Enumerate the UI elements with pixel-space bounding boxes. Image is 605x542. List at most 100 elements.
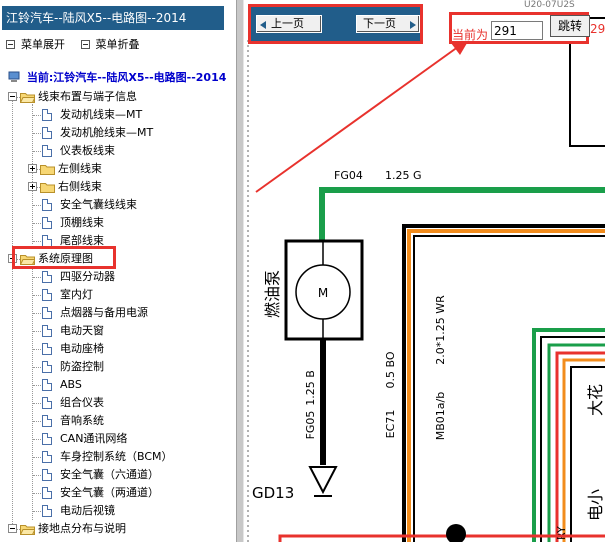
wire-frame-orange <box>407 229 605 542</box>
tree-item-right-harness[interactable]: 右侧线束 <box>0 178 236 196</box>
tree-item-label: 电动后视镜 <box>60 504 115 517</box>
tree-item-ground-points[interactable]: 接地点分布与说明 <box>0 520 236 538</box>
tree-item-bcm[interactable]: 车身控制系统（BCM） <box>0 448 236 466</box>
junction-node <box>446 524 466 542</box>
tree-item-left-harness[interactable]: 左侧线束 <box>0 160 236 178</box>
tree-item-roof-harness[interactable]: 顶棚线束 <box>0 214 236 232</box>
document-icon <box>42 145 52 157</box>
ground-label: GD13 <box>252 484 294 502</box>
tree-item-label: 音响系统 <box>60 414 104 427</box>
prev-page-button[interactable]: 上一页 <box>256 15 322 33</box>
tree-item-label: 接地点分布与说明 <box>38 522 126 535</box>
tree-item-label: 仪表板线束 <box>60 144 115 157</box>
collapse-toggle-icon[interactable] <box>8 524 17 533</box>
folder-icon <box>20 525 35 535</box>
wire-fg05-code: FG05 <box>304 411 317 440</box>
document-icon <box>42 271 52 283</box>
tree-item-abs[interactable]: ABS <box>0 376 236 394</box>
tree-item-engine-harness-mt[interactable]: 发动机线束—MT <box>0 106 236 124</box>
tree-item-label: 电动天窗 <box>60 324 104 337</box>
wire-mb01-size: 2.0*1.25 WR <box>434 295 447 365</box>
expand-toggle-icon[interactable] <box>28 164 37 173</box>
tree-item-can-network[interactable]: CAN通讯网络 <box>0 430 236 448</box>
tree-item-audio-system[interactable]: 音响系统 <box>0 412 236 430</box>
arrow-right-icon <box>410 21 416 29</box>
folder-icon <box>20 93 35 103</box>
wire-ec71-size: 0.5 BO <box>384 351 397 388</box>
prev-page-label: 上一页 <box>271 17 304 30</box>
folder-icon <box>40 165 55 175</box>
page-jump-box: 当前为 跳转 <box>449 12 590 44</box>
tree-item-label: 顶棚线束 <box>60 216 104 229</box>
document-icon <box>42 415 52 427</box>
tree-item-airbag-6ch[interactable]: 安全气囊（六通道） <box>0 466 236 484</box>
tree-item-wiring-layout[interactable]: 线束布置与端子信息 <box>0 88 236 106</box>
document-icon <box>42 487 52 499</box>
diagram-panel: FG04 1.25 G 燃油泵 M 1.25 B FG05 GD13 0.5 B… <box>244 0 605 542</box>
tree-item-airbag-harness[interactable]: 安全气囊线线束 <box>0 196 236 214</box>
tree-item-label: 发动机舱线束—MT <box>60 126 154 139</box>
tree-item-cigar-lighter[interactable]: 点烟器与备用电源 <box>0 304 236 322</box>
page-total: 29 <box>590 22 605 36</box>
expand-all-button[interactable]: 菜单展开 <box>6 36 65 52</box>
tree-item-label: ABS <box>60 378 82 391</box>
computer-icon <box>8 71 20 82</box>
collapse-all-label: 菜单折叠 <box>95 38 140 51</box>
next-page-button[interactable]: 下一页 <box>356 15 420 33</box>
motor-label: M <box>318 286 328 300</box>
tree-root-label: 当前:江铃汽车--陆风X5--电路图--2014 <box>26 71 227 84</box>
collapse-toggle-icon[interactable] <box>8 92 17 101</box>
tree-item-label: 右侧线束 <box>58 180 102 193</box>
expand-all-label: 菜单展开 <box>21 38 65 51</box>
wire-mb01-code: MB01a/b <box>434 392 447 440</box>
tree-root[interactable]: 当前:江铃汽车--陆风X5--电路图--2014 <box>8 70 226 86</box>
collapse-icon <box>80 39 90 49</box>
page-nav-bar: 上一页 下一页 <box>248 4 423 44</box>
wire-fg05-size: 1.25 B <box>304 370 317 406</box>
folder-icon <box>40 183 55 193</box>
document-icon <box>42 109 52 121</box>
document-icon <box>42 289 52 301</box>
tree-item-interior-light[interactable]: 室内灯 <box>0 286 236 304</box>
tree-item-instrument-cluster[interactable]: 组合仪表 <box>0 394 236 412</box>
wire-fg04-code: FG04 <box>334 169 363 182</box>
arrow-left-icon <box>260 21 266 29</box>
tree-item-anti-theft[interactable]: 防盗控制 <box>0 358 236 376</box>
jump-button[interactable]: 跳转 <box>550 15 590 37</box>
tree-item-label: 安全气囊（两通道） <box>60 486 159 499</box>
wire-fg04-size: 1.25 G <box>385 169 422 182</box>
tree-item-label: 防盗控制 <box>60 360 104 373</box>
page-label: 当前为 <box>452 28 489 42</box>
tree-item-4wd-transfer[interactable]: 四驱分动器 <box>0 268 236 286</box>
tree-item-label: CAN通讯网络 <box>60 432 128 445</box>
partial-label-2: 电小 <box>586 489 605 521</box>
collapse-all-button[interactable]: 菜单折叠 <box>80 36 140 52</box>
tree-item-sunroof[interactable]: 电动天窗 <box>0 322 236 340</box>
page-number-input[interactable] <box>491 21 543 40</box>
fuel-pump-label: 燃油泵 <box>263 270 282 318</box>
tree-item-power-seat[interactable]: 电动座椅 <box>0 340 236 358</box>
document-icon <box>42 307 52 319</box>
tree-item-engine-bay-harness-mt[interactable]: 发动机舱线束—MT <box>0 124 236 142</box>
partial-label-bottom: RY <box>555 526 568 540</box>
document-icon <box>42 379 52 391</box>
tree-item-label: 组合仪表 <box>60 396 104 409</box>
tree-item-label: 线束布置与端子信息 <box>38 90 137 103</box>
expand-toggle-icon[interactable] <box>28 182 37 191</box>
document-icon <box>42 325 52 337</box>
tree-item-label: 四驱分动器 <box>60 270 115 283</box>
tree-item-airbag-2ch[interactable]: 安全气囊（两通道） <box>0 484 236 502</box>
next-page-label: 下一页 <box>363 17 396 30</box>
document-icon <box>42 433 52 445</box>
selection-highlight <box>12 246 116 269</box>
wire-ec71-code: EC71 <box>384 410 397 439</box>
tree-item-label: 室内灯 <box>60 288 93 301</box>
tree-item-power-mirror[interactable]: 电动后视镜 <box>0 502 236 520</box>
wire-frame-inner <box>413 235 605 542</box>
tree-item-label: 安全气囊线线束 <box>60 198 137 211</box>
document-icon <box>42 505 52 517</box>
document-icon <box>42 451 52 463</box>
panel-divider[interactable] <box>236 0 244 542</box>
tree-controls: 菜单展开 菜单折叠 <box>6 36 152 52</box>
tree-item-dash-harness[interactable]: 仪表板线束 <box>0 142 236 160</box>
